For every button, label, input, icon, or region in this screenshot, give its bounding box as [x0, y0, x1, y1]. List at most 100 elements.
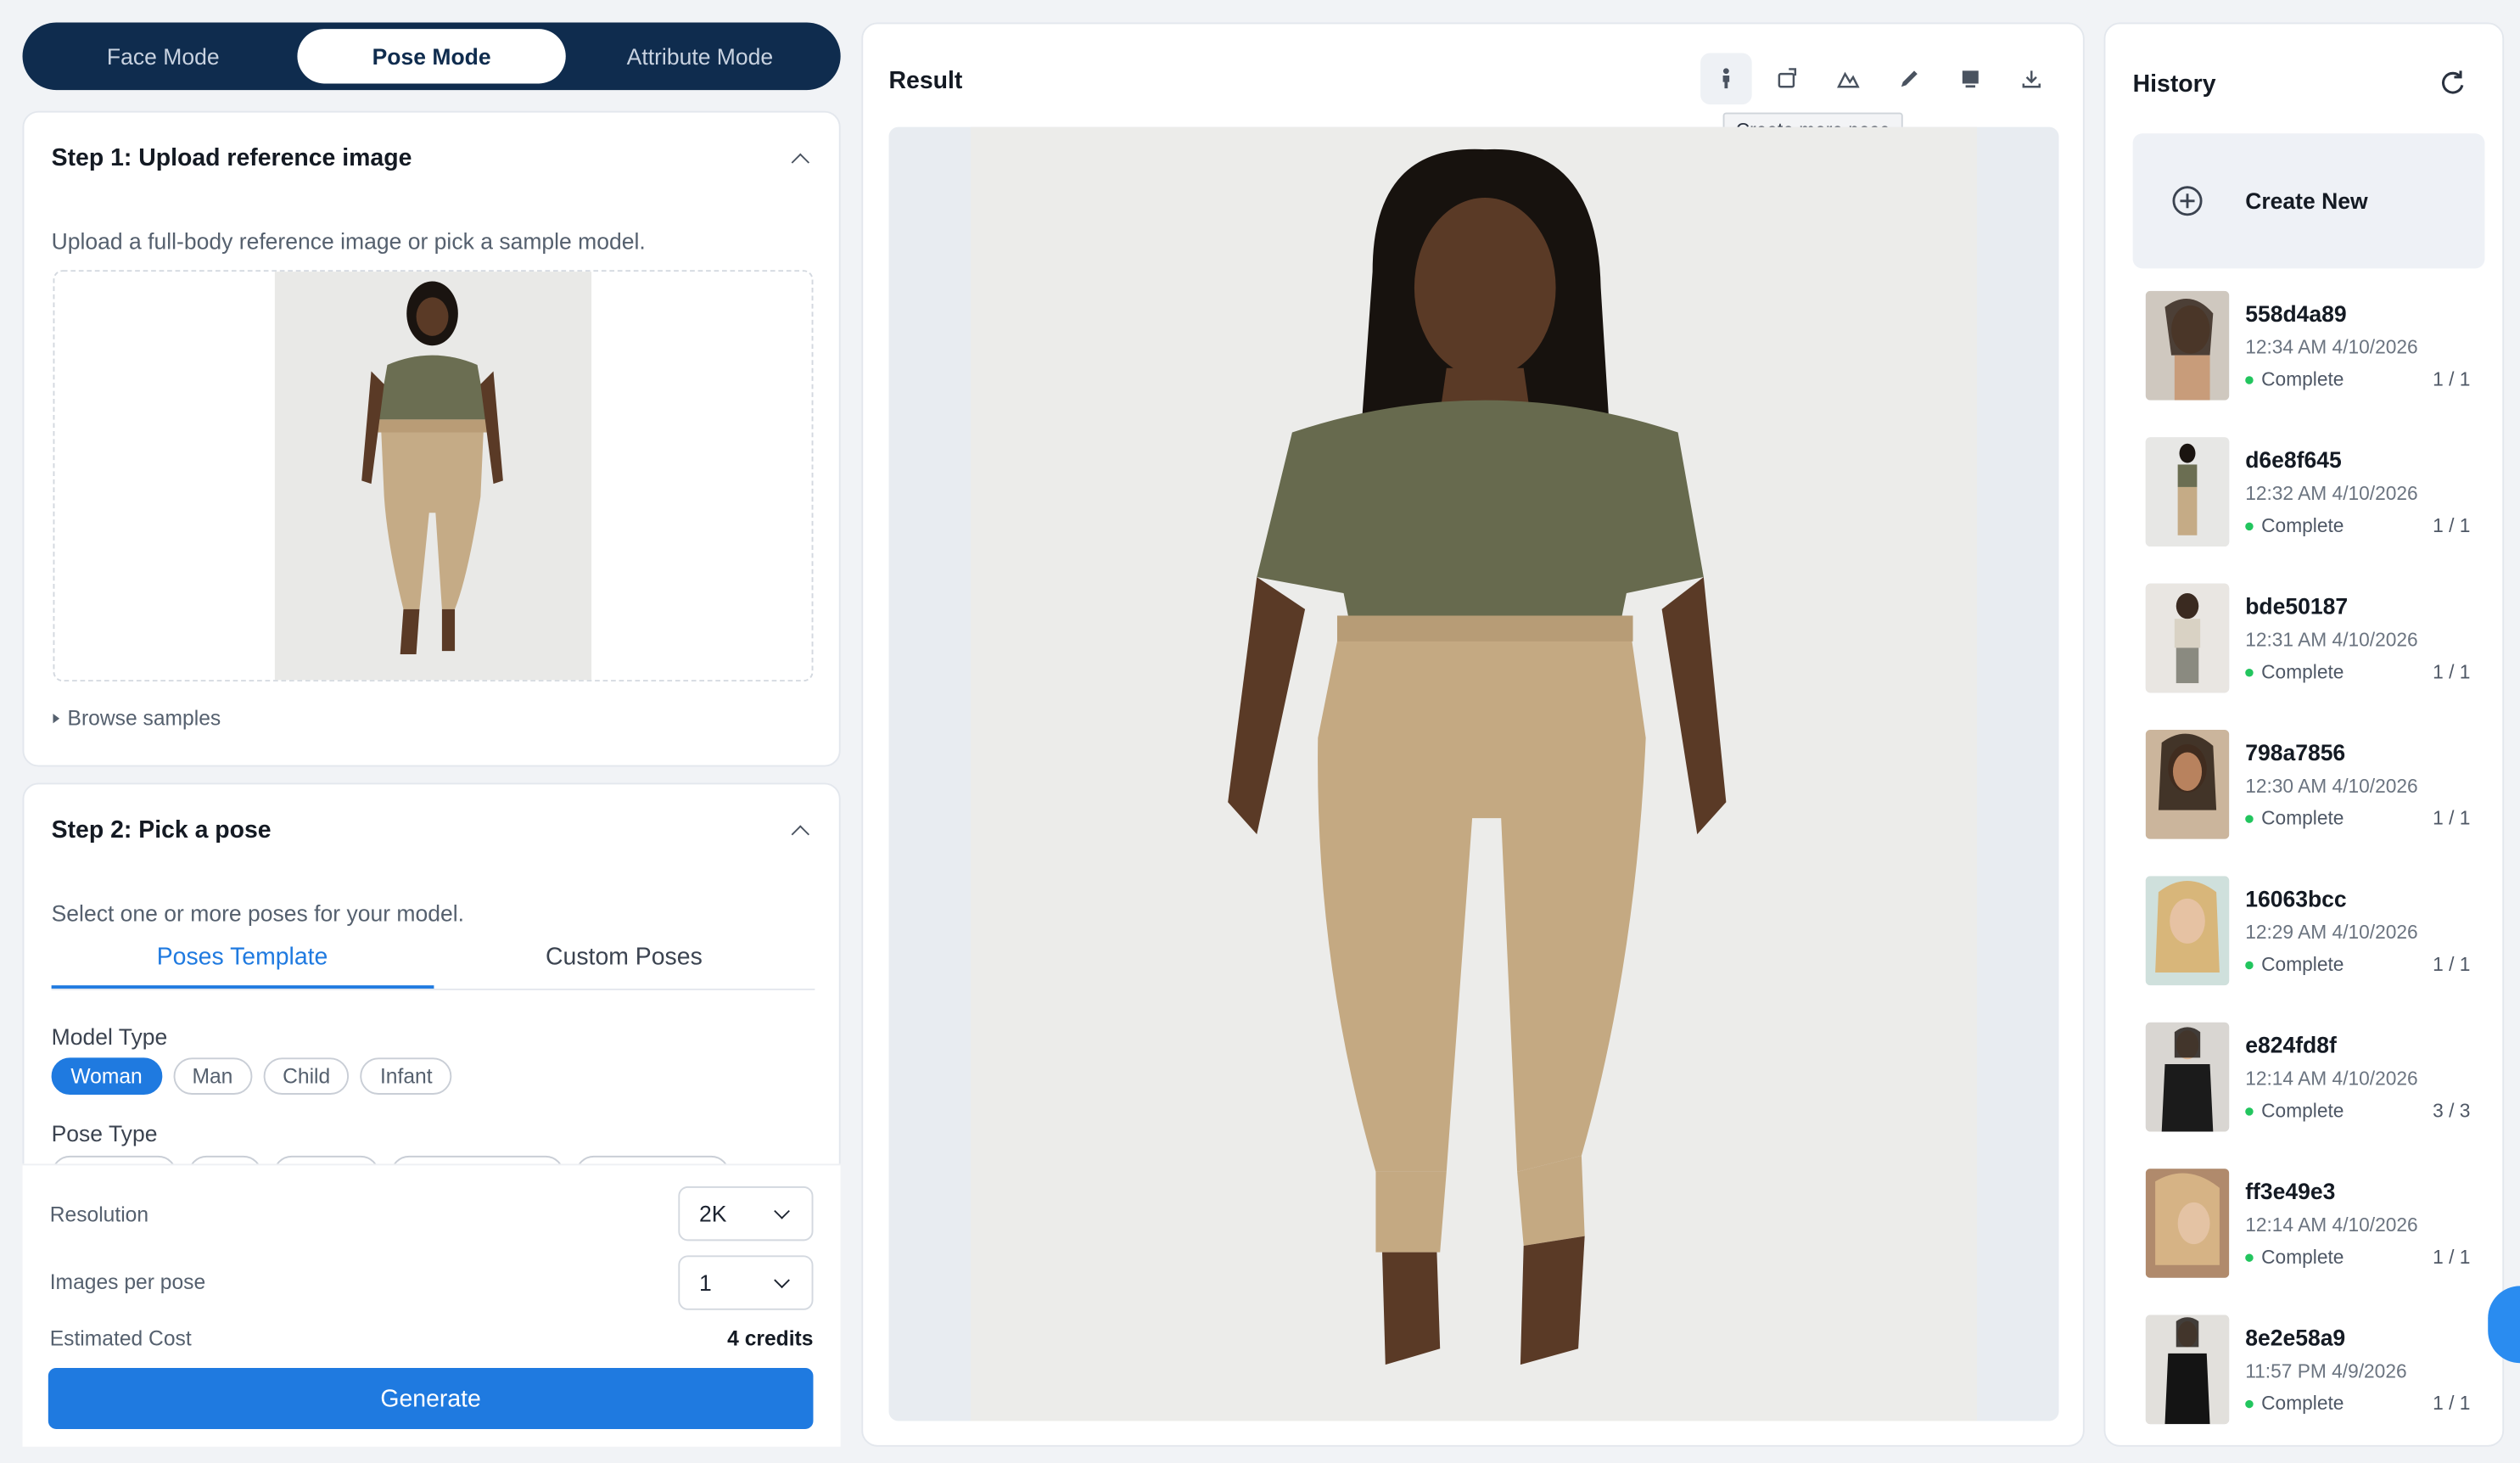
- history-count: 1 / 1: [2433, 514, 2471, 537]
- result-image-area: [888, 126, 2059, 1421]
- images-per-pose-value: 1: [698, 1270, 712, 1296]
- status-badge: Complete: [2245, 660, 2344, 684]
- history-thumbnail: [2145, 876, 2230, 986]
- status-badge: Complete: [2245, 367, 2344, 391]
- result-toolbar: [1700, 53, 2058, 105]
- collapse-chevron-icon[interactable]: [789, 147, 812, 170]
- pose-tabs: Poses Template Custom Poses: [51, 937, 815, 990]
- download-icon[interactable]: [2006, 53, 2058, 105]
- history-id: e824fd8f: [2245, 1032, 2337, 1058]
- mode-attribute[interactable]: Attribute Mode: [566, 29, 834, 83]
- pencil-icon[interactable]: [1884, 53, 1935, 105]
- history-item[interactable]: ff3e49e3 12:14 AM 4/10/2026 Complete 1 /…: [2145, 1169, 2487, 1281]
- history-count: 1 / 1: [2433, 1246, 2471, 1269]
- history-status: Complete: [2261, 660, 2344, 684]
- status-dot-icon: [2245, 1107, 2254, 1115]
- history-title: History: [2132, 70, 2216, 98]
- result-image[interactable]: [971, 126, 1977, 1421]
- browse-samples[interactable]: Browse samples: [53, 706, 221, 730]
- history-thumbnail: [2145, 1314, 2230, 1425]
- mode-face[interactable]: Face Mode: [29, 29, 297, 83]
- image-edit-icon[interactable]: [1945, 53, 1996, 105]
- history-thumbnail: [2145, 729, 2230, 839]
- mode-pose[interactable]: Pose Mode: [297, 29, 566, 84]
- status-dot-icon: [2245, 1253, 2254, 1261]
- images-per-pose-label: Images per pose: [49, 1270, 206, 1294]
- history-count: 1 / 1: [2433, 367, 2471, 391]
- history-thumbnail: [2145, 437, 2230, 547]
- history-id: ff3e49e3: [2245, 1178, 2336, 1204]
- history-status: Complete: [2261, 1392, 2344, 1415]
- status-dot-icon: [2245, 814, 2254, 822]
- step1-card: Step 1: Upload reference image Upload a …: [22, 110, 841, 767]
- status-badge: Complete: [2245, 1099, 2344, 1123]
- history-time: 12:34 AM 4/10/2026: [2245, 335, 2418, 359]
- tab-custom-poses[interactable]: Custom Poses: [433, 937, 815, 989]
- status-dot-icon: [2245, 960, 2254, 969]
- tab-poses-template[interactable]: Poses Template: [51, 937, 434, 989]
- step2-header[interactable]: Step 2: Pick a pose: [52, 816, 812, 844]
- history-count: 1 / 1: [2433, 1392, 2471, 1415]
- history-item[interactable]: 16063bcc 12:29 AM 4/10/2026 Complete 1 /…: [2145, 876, 2487, 989]
- history-time: 12:29 AM 4/10/2026: [2245, 921, 2418, 944]
- history-status: Complete: [2261, 367, 2344, 391]
- chip-man[interactable]: Man: [172, 1057, 253, 1095]
- estimated-cost-value: 4 credits: [727, 1326, 814, 1351]
- history-time: 12:31 AM 4/10/2026: [2245, 628, 2418, 652]
- generate-button[interactable]: Generate: [48, 1367, 814, 1429]
- status-badge: Complete: [2245, 953, 2344, 976]
- history-id: 558d4a89: [2245, 300, 2347, 327]
- rotate-icon[interactable]: [1761, 53, 1813, 105]
- chevron-down-icon: [773, 1204, 792, 1224]
- chip-infant[interactable]: Infant: [361, 1057, 452, 1095]
- chip-child[interactable]: Child: [263, 1057, 350, 1095]
- chip-woman[interactable]: Woman: [51, 1057, 162, 1095]
- plus-circle-icon: [2171, 185, 2204, 217]
- caret-right-icon: [53, 713, 60, 723]
- history-id: 798a7856: [2245, 739, 2346, 765]
- history-time: 12:14 AM 4/10/2026: [2245, 1067, 2418, 1090]
- history-item[interactable]: 8e2e58a9 11:57 PM 4/9/2026 Complete 1 / …: [2145, 1314, 2487, 1427]
- history-item[interactable]: 558d4a89 12:34 AM 4/10/2026 Complete 1 /…: [2145, 290, 2487, 404]
- history-id: d6e8f645: [2245, 446, 2342, 473]
- upload-dropzone[interactable]: [53, 270, 814, 682]
- pose-figure-icon[interactable]: [1700, 53, 1752, 105]
- history-id: bde50187: [2245, 592, 2349, 619]
- generation-settings: Resolution 2K Images per pose 1 Estimate…: [22, 1163, 841, 1447]
- history-item[interactable]: d6e8f645 12:32 AM 4/10/2026 Complete 1 /…: [2145, 437, 2487, 550]
- collapse-chevron-icon[interactable]: [789, 819, 812, 842]
- history-item[interactable]: bde50187 12:31 AM 4/10/2026 Complete 1 /…: [2145, 583, 2487, 697]
- history-id: 16063bcc: [2245, 885, 2347, 912]
- reference-image: [274, 272, 592, 681]
- history-thumbnail: [2145, 1169, 2230, 1278]
- history-status: Complete: [2261, 1246, 2344, 1269]
- history-id: 8e2e58a9: [2245, 1324, 2346, 1351]
- step1-header[interactable]: Step 1: Upload reference image: [52, 144, 812, 171]
- browse-samples-label: Browse samples: [67, 705, 221, 730]
- history-panel: History Create New 558d4a89 12:34 AM 4/1…: [2103, 22, 2505, 1447]
- estimated-cost-label: Estimated Cost: [49, 1326, 192, 1351]
- status-dot-icon: [2245, 668, 2254, 676]
- history-count: 1 / 1: [2433, 953, 2471, 976]
- history-status: Complete: [2261, 514, 2344, 537]
- history-item[interactable]: e824fd8f 12:14 AM 4/10/2026 Complete 3 /…: [2145, 1022, 2487, 1135]
- history-thumbnail: [2145, 583, 2230, 693]
- images-per-pose-select[interactable]: 1: [678, 1255, 814, 1310]
- refresh-icon[interactable]: [2439, 68, 2467, 97]
- history-time: 11:57 PM 4/9/2026: [2245, 1359, 2407, 1383]
- history-status: Complete: [2261, 1099, 2344, 1123]
- resolution-label: Resolution: [49, 1202, 149, 1227]
- create-new-button[interactable]: Create New: [2132, 133, 2485, 269]
- history-count: 3 / 3: [2433, 1099, 2471, 1123]
- result-title: Result: [888, 67, 963, 95]
- status-badge: Complete: [2245, 514, 2344, 537]
- mountain-icon[interactable]: [1823, 53, 1874, 105]
- resolution-select[interactable]: 2K: [678, 1186, 814, 1242]
- pose-type-label: Pose Type: [51, 1120, 158, 1146]
- history-status: Complete: [2261, 806, 2344, 830]
- step1-title: Step 1: Upload reference image: [51, 144, 412, 172]
- history-item[interactable]: 798a7856 12:30 AM 4/10/2026 Complete 1 /…: [2145, 729, 2487, 843]
- model-type-label: Model Type: [51, 1023, 168, 1050]
- status-badge: Complete: [2245, 806, 2344, 830]
- history-thumbnail: [2145, 290, 2230, 401]
